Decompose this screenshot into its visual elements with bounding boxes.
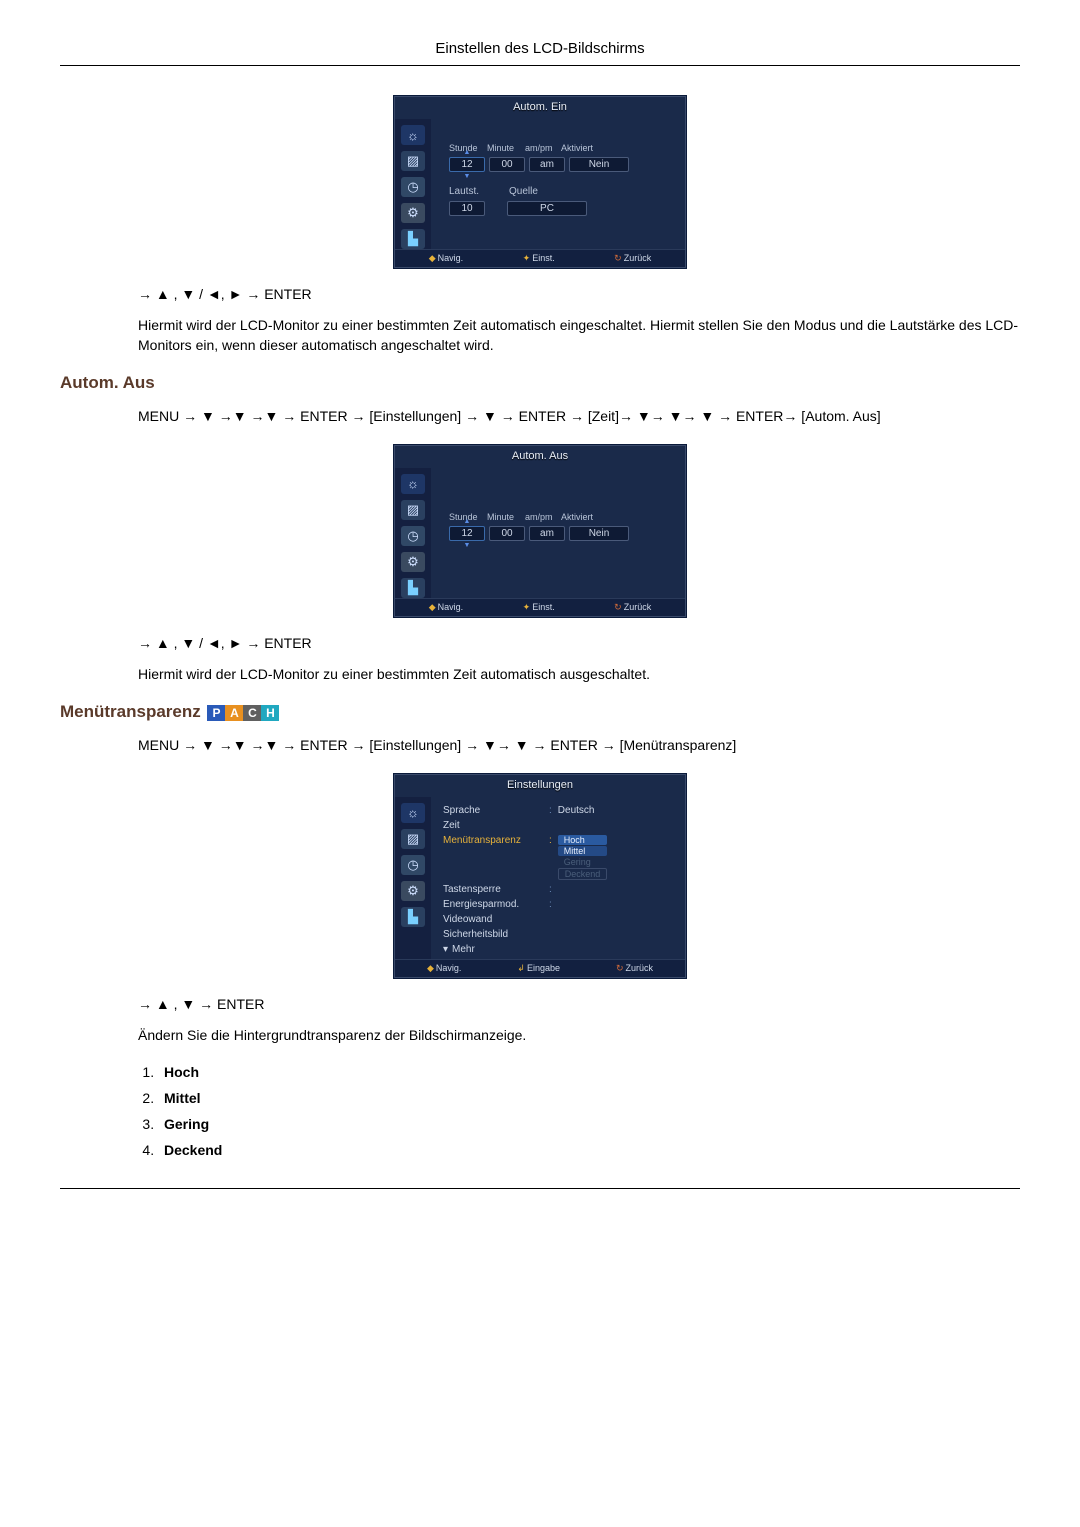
val-sprache: Deutsch <box>558 805 595 816</box>
osd-icon-bar: ☼ ▨ ◷ ⚙ ▙ <box>395 119 431 249</box>
badge-h: H <box>261 705 279 721</box>
list-item: Hoch <box>158 1064 1020 1080</box>
badge-p: P <box>207 705 225 721</box>
chart-icon: ▙ <box>401 229 425 249</box>
osd-title: Einstellungen <box>395 775 685 797</box>
label-ampm: am/pm <box>525 512 557 522</box>
picture-icon: ▨ <box>401 500 425 520</box>
osd-icon-bar: ☼ ▨ ◷ ⚙ ▙ <box>395 468 431 598</box>
footer-zurueck: Zurück <box>625 963 653 973</box>
picture-icon: ▨ <box>401 151 425 171</box>
label-ampm: am/pm <box>525 143 557 153</box>
description-3: Ändern Sie die Hintergrundtransparenz de… <box>138 1026 1020 1046</box>
page-footer-rule <box>60 1188 1020 1189</box>
osd-autom-ein: Autom. Ein ☼ ▨ ◷ ⚙ ▙ Stunde Minute am/pm… <box>394 96 686 268</box>
transparency-list: Hoch Mittel Gering Deckend <box>138 1064 1020 1158</box>
label-quelle: Quelle <box>509 186 538 197</box>
field-stunde[interactable]: 12 <box>449 526 485 541</box>
nav-keys-2: → ▲ , ▼ / ◄, ► → ENTER <box>138 635 1020 651</box>
chart-icon: ▙ <box>401 907 425 927</box>
list-item: Gering <box>158 1116 1020 1132</box>
field-stunde[interactable]: 12 <box>449 157 485 172</box>
badge-c: C <box>243 705 261 721</box>
section-menutransparenz: Menütransparenz P A C H <box>60 702 1020 722</box>
row-menutransparenz[interactable]: Menütransparenz: Hoch Mittel Gering Deck… <box>441 833 675 882</box>
field-aktiviert[interactable]: Nein <box>569 157 629 172</box>
footer-nav: Navig. <box>436 963 462 973</box>
transparency-options: Hoch Mittel Gering Deckend <box>558 835 608 880</box>
field-quelle[interactable]: PC <box>507 201 587 216</box>
description-1: Hiermit wird der LCD-Monitor zu einer be… <box>138 316 1020 355</box>
clock-icon: ◷ <box>401 855 425 875</box>
gear-icon: ⚙ <box>401 203 425 223</box>
chevron-down-icon: ▾ <box>443 944 448 955</box>
field-ampm[interactable]: am <box>529 157 565 172</box>
nav-keys-3: → ▲ , ▼ → ENTER <box>138 996 1020 1012</box>
field-lautst[interactable]: 10 <box>449 201 485 216</box>
gear-icon: ⚙ <box>401 552 425 572</box>
footer-zurueck: Zurück <box>624 602 652 612</box>
opt-gering[interactable]: Gering <box>558 857 608 867</box>
osd-einstellungen: Einstellungen ☼ ▨ ◷ ⚙ ▙ Sprache: Deutsch… <box>394 774 686 978</box>
field-minute[interactable]: 00 <box>489 157 525 172</box>
label-lautst: Lautst. <box>449 186 479 197</box>
clock-icon: ◷ <box>401 526 425 546</box>
brightness-icon: ☼ <box>401 125 425 145</box>
gear-icon: ⚙ <box>401 881 425 901</box>
label-minute: Minute <box>487 143 521 153</box>
opt-deckend[interactable]: Deckend <box>558 868 608 880</box>
osd-title: Autom. Aus <box>395 446 685 468</box>
menu-path-3: MENU → ▼ →▼ →▼ → ENTER → [Einstellungen]… <box>138 736 1020 756</box>
footer-nav: Navig. <box>438 602 464 612</box>
label-aktiviert: Aktiviert <box>561 143 593 153</box>
row-tastensperre[interactable]: Tastensperre: <box>441 882 675 897</box>
row-sicherheitsbild[interactable]: Sicherheitsbild <box>441 927 675 942</box>
description-2: Hiermit wird der LCD-Monitor zu einer be… <box>138 665 1020 685</box>
osd-footer: ◆Navig. ✦Einst. ↻Zurück <box>395 249 685 267</box>
field-aktiviert[interactable]: Nein <box>569 526 629 541</box>
row-sprache[interactable]: Sprache: Deutsch <box>441 803 675 818</box>
row-energiespar[interactable]: Energiesparmod.: <box>441 897 675 912</box>
osd-footer: ◆Navig. ✦Einst. ↻Zurück <box>395 598 685 616</box>
osd-autom-aus: Autom. Aus ☼ ▨ ◷ ⚙ ▙ Stunde Minute am/pm… <box>394 445 686 617</box>
footer-einst: Einst. <box>532 602 555 612</box>
chart-icon: ▙ <box>401 578 425 598</box>
list-item: Deckend <box>158 1142 1020 1158</box>
footer-nav: Navig. <box>438 253 464 263</box>
row-zeit[interactable]: Zeit <box>441 818 675 833</box>
clock-icon: ◷ <box>401 177 425 197</box>
picture-icon: ▨ <box>401 829 425 849</box>
badge-a: A <box>225 705 243 721</box>
mode-badges: P A C H <box>207 705 279 721</box>
osd-icon-bar: ☼ ▨ ◷ ⚙ ▙ <box>395 797 431 959</box>
footer-zurueck: Zurück <box>624 253 652 263</box>
label-minute: Minute <box>487 512 521 522</box>
menu-path-2: MENU → ▼ →▼ →▼ → ENTER → [Einstellungen]… <box>138 407 1020 427</box>
row-videowand[interactable]: Videowand <box>441 912 675 927</box>
opt-hoch[interactable]: Hoch <box>558 835 608 845</box>
field-minute[interactable]: 00 <box>489 526 525 541</box>
brightness-icon: ☼ <box>401 474 425 494</box>
field-ampm[interactable]: am <box>529 526 565 541</box>
label-aktiviert: Aktiviert <box>561 512 593 522</box>
brightness-icon: ☼ <box>401 803 425 823</box>
footer-eingabe: Eingabe <box>527 963 560 973</box>
section-autom-aus: Autom. Aus <box>60 373 1020 393</box>
list-item: Mittel <box>158 1090 1020 1106</box>
row-mehr[interactable]: ▾Mehr <box>441 942 675 957</box>
page-header: Einstellen des LCD-Bildschirms <box>60 40 1020 66</box>
footer-einst: Einst. <box>532 253 555 263</box>
osd-title: Autom. Ein <box>395 97 685 119</box>
osd-footer: ◆Navig. ↲Eingabe ↻Zurück <box>395 959 685 977</box>
opt-mittel[interactable]: Mittel <box>558 846 608 856</box>
nav-keys-1: → ▲ , ▼ / ◄, ► → ENTER <box>138 286 1020 302</box>
